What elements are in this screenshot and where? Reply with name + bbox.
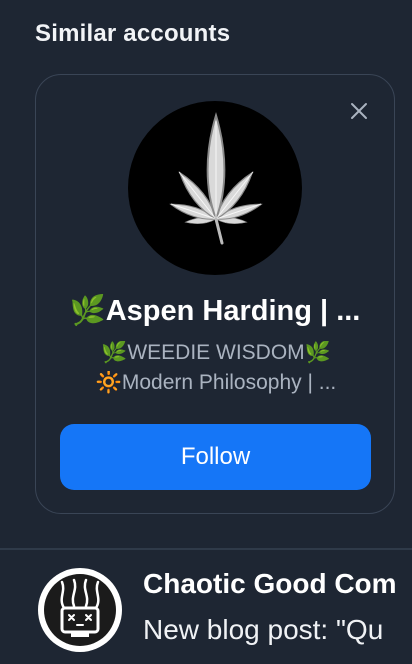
suggestion-name[interactable]: 🌿Aspen Harding | ...	[44, 294, 386, 328]
follow-button[interactable]: Follow	[60, 424, 371, 490]
feed-divider	[0, 548, 412, 550]
close-icon	[351, 103, 367, 119]
feed-item-text[interactable]: New blog post: "Qu	[143, 614, 383, 646]
suggestion-avatar[interactable]	[128, 101, 302, 275]
feed-item-author[interactable]: Chaotic Good Com	[143, 568, 397, 600]
suggestion-bio-line-2: 🔆Modern Philosophy | ...	[95, 371, 337, 394]
section-title: Similar accounts	[35, 20, 231, 47]
feed-item-avatar[interactable]	[38, 568, 122, 652]
suggestion-bio-line-1: 🌿WEEDIE WISDOM🌿	[101, 341, 331, 364]
cannabis-leaf-icon	[168, 114, 264, 245]
chaotic-computer-icon	[44, 574, 116, 646]
dismiss-suggestion-button[interactable]	[348, 100, 370, 122]
